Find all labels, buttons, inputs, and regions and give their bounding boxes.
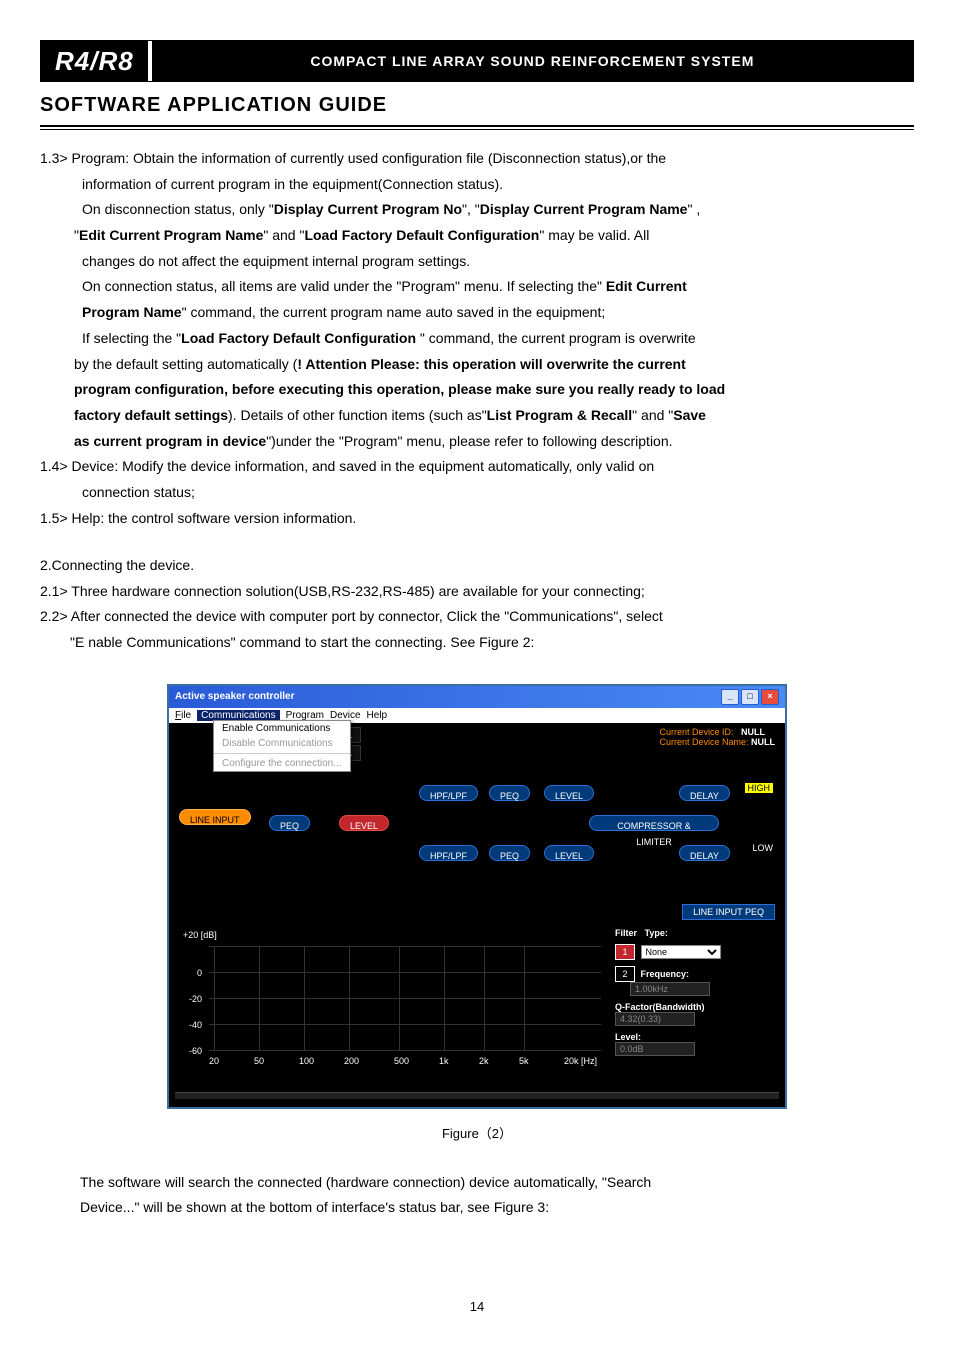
hpf-lpf-chip-low[interactable]: HPF/LPF — [419, 845, 478, 861]
frequency-input[interactable]: 1.00kHz — [630, 982, 710, 996]
line-input-chip: LINE INPUT — [179, 809, 251, 825]
type-select[interactable]: None — [641, 945, 721, 959]
model-label: R4/R8 — [41, 41, 148, 81]
hpf-lpf-chip-high[interactable]: HPF/LPF — [419, 785, 478, 801]
peq-controls: Filter Type: 1 None 2 Frequency: 1.00kHz… — [615, 928, 775, 1068]
app-window: Active speaker controller _ □ × File Com… — [167, 684, 787, 1109]
level-chip-low[interactable]: LEVEL — [544, 845, 594, 861]
communications-dropdown: Enable Communications Disable Communicat… — [213, 720, 351, 772]
level-input[interactable]: 0.0dB — [615, 1042, 695, 1056]
level-chip-input[interactable]: LEVEL — [339, 815, 389, 831]
peq-chip[interactable]: PEQ — [269, 815, 310, 831]
type-label: Type: — [645, 928, 668, 938]
minimize-icon[interactable]: _ — [721, 689, 739, 705]
qfactor-label: Q-Factor(Bandwidth) — [615, 1002, 705, 1012]
delay-chip-low[interactable]: DELAY — [679, 845, 730, 861]
figure-2-screenshot: Active speaker controller _ □ × File Com… — [167, 684, 787, 1109]
closing-text: The software will search the connected (… — [40, 1172, 914, 1219]
panel-title: LINE INPUT PEQ — [682, 904, 775, 920]
peq-chart: +20 [dB] 0 -20 -40 -60 20 50 100 200 500… — [179, 928, 601, 1068]
filter-2-button[interactable]: 2 — [615, 966, 635, 982]
menu-disable-comm: Disable Communications — [214, 736, 350, 751]
filter-1-button[interactable]: 1 — [615, 944, 635, 960]
page-number: 14 — [40, 1299, 914, 1314]
titlebar: Active speaker controller _ □ × — [169, 686, 785, 708]
peq-chip-high[interactable]: PEQ — [489, 785, 530, 801]
devname-label: Current Device Name: — [659, 737, 748, 747]
menu-help[interactable]: Help — [367, 710, 388, 721]
compressor-limiter-chip[interactable]: COMPRESSOR & LIMITER — [589, 815, 719, 831]
level-chip-high[interactable]: LEVEL — [544, 785, 594, 801]
high-label: HIGH — [745, 783, 774, 793]
peq-chip-low[interactable]: PEQ — [489, 845, 530, 861]
menu-enable-comm[interactable]: Enable Communications — [214, 721, 350, 736]
signal-flow: LINE INPUT PEQ LEVEL HPF/LPF PEQ LEVEL D… — [169, 765, 785, 905]
close-icon[interactable]: × — [761, 689, 779, 705]
delay-chip-high[interactable]: DELAY — [679, 785, 730, 801]
frequency-label: Frequency: — [641, 969, 690, 979]
filter-label: Filter — [615, 928, 637, 938]
low-label: LOW — [752, 843, 773, 853]
body-text: 1.3> Program: Obtain the information of … — [40, 148, 914, 654]
status-bar — [175, 1092, 779, 1099]
menu-file[interactable]: File — [175, 710, 191, 721]
level-label: Level: — [615, 1032, 641, 1042]
section-title: SOFTWARE APPLICATION GUIDE — [40, 94, 914, 119]
menu-configure-conn: Configure the connection... — [214, 756, 350, 771]
header-title: COMPACT LINE ARRAY SOUND REINFORCEMENT S… — [152, 41, 913, 81]
devid-label: Current Device ID: — [659, 727, 733, 737]
figure-caption: Figure（2） — [40, 1123, 914, 1142]
window-title: Active speaker controller — [175, 691, 295, 702]
header-bar: R4/R8 COMPACT LINE ARRAY SOUND REINFORCE… — [40, 40, 914, 82]
qfactor-input[interactable]: 4.32(0.33) — [615, 1012, 695, 1026]
maximize-icon[interactable]: □ — [741, 689, 759, 705]
